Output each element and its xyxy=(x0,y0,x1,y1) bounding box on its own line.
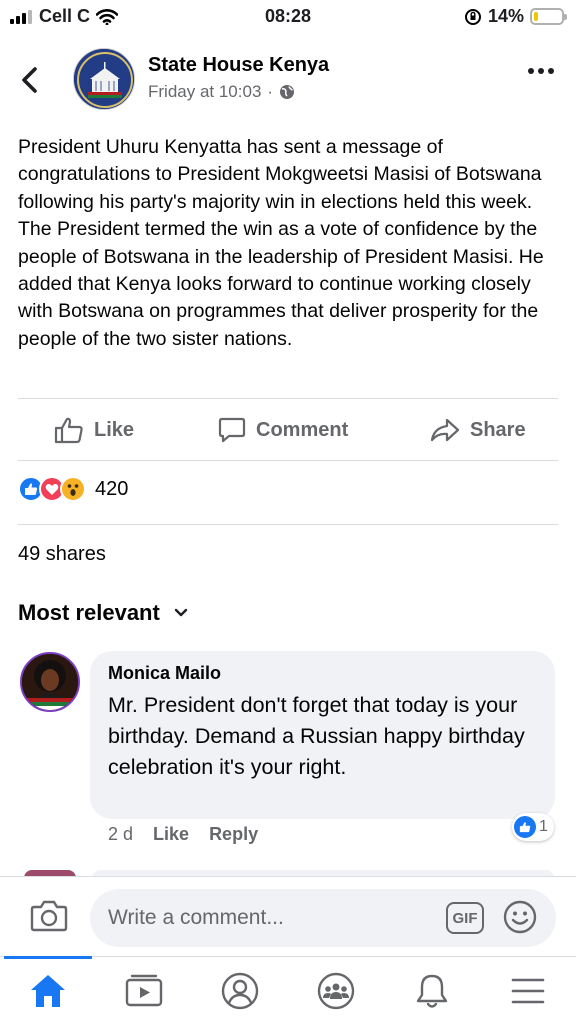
tab-notifications[interactable] xyxy=(384,957,480,1024)
share-button[interactable]: Share xyxy=(430,400,526,460)
battery-percent: 14% xyxy=(487,6,524,26)
tab-home[interactable] xyxy=(0,957,96,1024)
share-label: Share xyxy=(470,418,526,441)
divider xyxy=(18,524,558,525)
camera-button[interactable] xyxy=(30,899,68,938)
chevron-left-icon xyxy=(22,67,37,93)
comment-meta: 2 d Like Reply xyxy=(108,824,258,845)
comment-text: Mr. President don't forget that today is… xyxy=(108,693,525,779)
reaction-count: 420 xyxy=(95,477,129,500)
comment-button[interactable]: Comment xyxy=(218,400,348,460)
more-horizontal-icon-dot xyxy=(528,68,534,74)
post-meta: Friday at 10:03 · xyxy=(148,82,295,102)
page-name[interactable]: State House Kenya xyxy=(148,54,329,77)
emoji-button[interactable] xyxy=(502,899,538,940)
status-bar: Cell C 08:28 14% xyxy=(0,0,576,36)
status-right: 14% xyxy=(464,6,567,27)
post-time[interactable]: Friday at 10:03 xyxy=(148,82,261,102)
comment-icon xyxy=(218,417,246,443)
tab-groups[interactable] xyxy=(288,957,384,1024)
comment-input[interactable] xyxy=(90,889,556,947)
thumbs-up-icon xyxy=(54,417,83,444)
notifications-icon xyxy=(416,974,448,1008)
comment-composer: GIF xyxy=(0,876,576,956)
battery-fill xyxy=(534,12,538,21)
page-avatar[interactable] xyxy=(73,48,135,110)
chevron-down-icon xyxy=(174,608,188,617)
profile-icon xyxy=(221,972,259,1010)
post-action-bar: Like Comment Share xyxy=(0,400,576,460)
post-text: President Uhuru Kenyatta has sent a mess… xyxy=(18,136,544,350)
comment-reaction-count: 1 xyxy=(539,818,548,835)
orientation-lock-icon xyxy=(464,8,481,25)
groups-icon xyxy=(317,972,355,1010)
gif-button[interactable]: GIF xyxy=(446,902,484,934)
divider xyxy=(18,460,558,461)
video-icon xyxy=(125,974,163,1007)
tab-watch[interactable] xyxy=(96,957,192,1024)
reactions-summary[interactable]: 420 xyxy=(18,476,128,502)
like-reaction-icon xyxy=(514,816,536,838)
menu-icon xyxy=(511,978,545,1004)
battery-icon xyxy=(530,8,567,25)
like-label: Like xyxy=(94,418,135,441)
shares-count[interactable]: 49 shares xyxy=(18,543,106,566)
more-options-button[interactable] xyxy=(528,68,554,74)
back-button[interactable] xyxy=(20,62,48,98)
globe-icon xyxy=(280,85,295,99)
share-arrow-icon xyxy=(430,418,460,442)
emoji-icon xyxy=(503,900,537,934)
more-horizontal-icon-dot xyxy=(548,68,554,74)
wow-reaction-icon xyxy=(60,476,86,502)
comment-author[interactable]: Monica Mailo xyxy=(108,663,537,684)
comment-reply-button[interactable]: Reply xyxy=(209,824,258,845)
comment-like-button[interactable]: Like xyxy=(153,824,189,845)
state-house-logo-icon xyxy=(74,49,134,109)
meta-separator: · xyxy=(267,82,274,101)
comment-sort-dropdown[interactable]: Most relevant xyxy=(18,600,188,626)
home-icon xyxy=(31,975,65,1007)
post-header: State House Kenya Friday at 10:03 · xyxy=(0,44,576,118)
comment-reaction-badge[interactable]: 1 xyxy=(512,813,554,841)
tab-menu[interactable] xyxy=(480,957,576,1024)
bottom-tab-bar xyxy=(0,956,576,1024)
commenter-photo xyxy=(22,654,78,710)
like-button[interactable]: Like xyxy=(54,400,134,460)
more-horizontal-icon-dot xyxy=(538,68,544,74)
comment-label: Comment xyxy=(256,418,349,441)
camera-icon xyxy=(30,900,68,932)
sort-label: Most relevant xyxy=(18,600,160,625)
tab-profile[interactable] xyxy=(192,957,288,1024)
commenter-avatar[interactable] xyxy=(20,652,80,712)
comment-bubble[interactable]: Monica Mailo Mr. President don't forget … xyxy=(90,651,555,819)
divider xyxy=(18,398,558,399)
comment-time: 2 d xyxy=(108,824,134,844)
